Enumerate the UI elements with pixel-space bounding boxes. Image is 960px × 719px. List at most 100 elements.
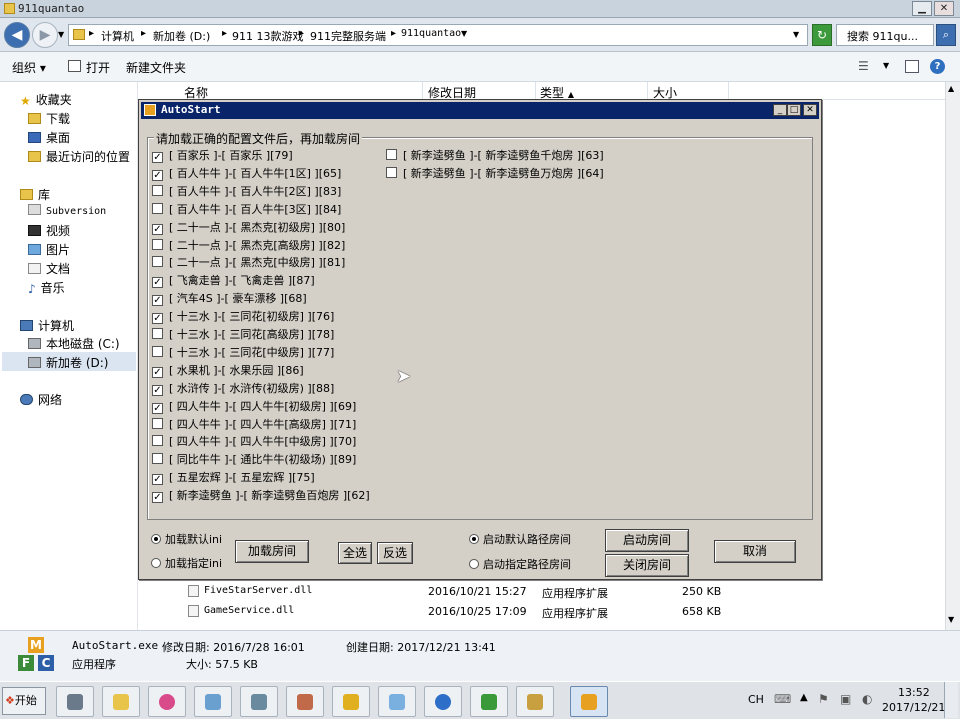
taskbar-snip[interactable]: [286, 686, 324, 717]
checkbox-unchecked-icon[interactable]: [152, 328, 163, 339]
taskbar-network[interactable]: [194, 686, 232, 717]
checkbox-checked-icon[interactable]: ✓: [152, 313, 163, 325]
dialog-maximize-button[interactable]: □: [787, 104, 801, 116]
preview-pane-icon[interactable]: [905, 60, 919, 73]
start-button[interactable]: ❖开始: [2, 687, 46, 715]
room-checkbox[interactable]: [ 新李逵劈鱼 ]-[ 新李逵劈鱼千炮房 ][63]: [386, 148, 604, 164]
checkbox-checked-icon[interactable]: ✓: [152, 223, 163, 235]
address-dropdown-icon[interactable]: ▼: [793, 30, 799, 39]
room-checkbox[interactable]: [ 百人牛牛 ]-[ 百人牛牛[3区] ][84]: [152, 202, 341, 218]
room-checkbox[interactable]: [ 四人牛牛 ]-[ 四人牛牛[中级房] ][70]: [152, 434, 356, 450]
radio-start-specified-path[interactable]: 启动指定路径房间: [469, 556, 571, 572]
room-checkbox[interactable]: [ 四人牛牛 ]-[ 四人牛牛[高级房] ][71]: [152, 417, 356, 433]
volume-icon[interactable]: ◐: [862, 692, 872, 706]
checkbox-checked-icon[interactable]: ✓: [152, 492, 163, 504]
explorer-titlebar[interactable]: 911quantao ▁ ✕: [0, 0, 960, 18]
close-room-button[interactable]: 关闭房间: [605, 554, 689, 577]
breadcrumb-drive[interactable]: 新加卷 (D:): [153, 28, 210, 44]
taskbar-ie[interactable]: [424, 686, 462, 717]
room-checkbox[interactable]: ✓ [ 水果机 ]-[ 水果乐园 ][86]: [152, 363, 304, 379]
breadcrumb-computer[interactable]: 计算机: [101, 28, 134, 44]
forward-button[interactable]: ▶: [32, 22, 58, 48]
keyboard-icon[interactable]: ⌨: [774, 692, 791, 706]
room-checkbox[interactable]: ✓ [ 水浒传 ]-[ 水浒传(初级房) ][88]: [152, 381, 334, 397]
room-checkbox[interactable]: ✓ [ 四人牛牛 ]-[ 四人牛牛[初级房] ][69]: [152, 399, 356, 415]
radio-load-specified-ini[interactable]: 加载指定ini: [151, 555, 222, 571]
room-checkbox[interactable]: ✓ [ 百家乐 ]-[ 百家乐 ][79]: [152, 148, 293, 164]
clock-time[interactable]: 13:52: [898, 686, 930, 699]
back-button[interactable]: ◀: [4, 22, 30, 48]
sidebar-computer[interactable]: 计算机: [20, 317, 74, 334]
sidebar-item-recent[interactable]: 最近访问的位置: [28, 148, 130, 165]
address-bar[interactable]: ▸ 计算机 ▸ 新加卷 (D:) ▸ 911 13款游戏 ▸ 911完整服务端 …: [68, 24, 808, 46]
sidebar-item-desktop[interactable]: 桌面: [28, 129, 70, 146]
dialog-titlebar[interactable]: AutoStart _ □ ✕: [141, 102, 819, 119]
taskbar-autostart[interactable]: [570, 686, 608, 717]
taskbar-keys[interactable]: [516, 686, 554, 717]
file-name[interactable]: FiveStarServer.dll: [204, 585, 312, 596]
dialog-close-button[interactable]: ✕: [803, 104, 817, 116]
checkbox-checked-icon[interactable]: ✓: [152, 402, 163, 414]
sidebar-network[interactable]: 网络: [20, 391, 62, 408]
vertical-scrollbar[interactable]: ▲ ▼: [945, 82, 960, 630]
dialog-minimize-button[interactable]: _: [773, 104, 787, 116]
checkbox-unchecked-icon[interactable]: [152, 202, 163, 214]
new-folder-button[interactable]: 新建文件夹: [126, 59, 186, 76]
file-name[interactable]: GameService.dll: [204, 605, 294, 616]
checkbox-unchecked-icon[interactable]: [152, 435, 163, 447]
search-input[interactable]: 搜索 911qu...: [836, 24, 934, 46]
sidebar-favorites[interactable]: ★ 收藏夹: [20, 91, 72, 108]
radio-load-default-ini[interactable]: 加载默认ini: [151, 531, 222, 547]
sidebar-item-drive-d[interactable]: 新加卷 (D:): [28, 354, 108, 371]
room-checkbox[interactable]: [ 十三水 ]-[ 三同花[中级房] ][77]: [152, 345, 334, 361]
scroll-up-icon[interactable]: ▲: [948, 84, 954, 93]
sidebar-item-subversion[interactable]: Subversion: [28, 204, 106, 217]
room-checkbox[interactable]: ✓ [ 五星宏辉 ]-[ 五星宏辉 ][75]: [152, 470, 315, 486]
minimize-button[interactable]: ▁: [912, 1, 932, 16]
checkbox-checked-icon[interactable]: ✓: [152, 384, 163, 396]
checkbox-checked-icon[interactable]: ✓: [152, 295, 163, 307]
checkbox-unchecked-icon[interactable]: [386, 166, 397, 178]
room-checkbox[interactable]: ✓ [ 二十一点 ]-[ 黑杰克[初级房] ][80]: [152, 220, 345, 236]
room-checkbox[interactable]: ✓ [ 十三水 ]-[ 三同花[初级房] ][76]: [152, 309, 334, 325]
checkbox-unchecked-icon[interactable]: [152, 345, 163, 357]
checkbox-checked-icon[interactable]: ✓: [152, 152, 163, 163]
sidebar-item-documents[interactable]: 文档: [28, 260, 70, 277]
checkbox-unchecked-icon[interactable]: [152, 417, 163, 429]
help-icon[interactable]: ?: [930, 59, 945, 74]
checkbox-checked-icon[interactable]: ✓: [152, 277, 163, 289]
view-options-icon[interactable]: ☰: [858, 59, 869, 73]
room-checkbox[interactable]: [ 二十一点 ]-[ 黑杰克[高级房] ][82]: [152, 238, 345, 254]
checkbox-checked-icon[interactable]: ✓: [152, 474, 163, 486]
taskbar-recycle[interactable]: [470, 686, 508, 717]
sidebar-item-videos[interactable]: 视频: [28, 222, 70, 239]
taskbar-tool[interactable]: [240, 686, 278, 717]
close-button[interactable]: ✕: [934, 1, 954, 16]
refresh-icon[interactable]: ↻: [812, 24, 832, 46]
show-hidden-icons[interactable]: ▲: [800, 692, 808, 703]
show-desktop-button[interactable]: [944, 682, 958, 718]
load-room-button[interactable]: 加载房间: [235, 540, 309, 563]
taskbar-server-manager[interactable]: [56, 686, 94, 717]
sidebar-item-drive-c[interactable]: 本地磁盘 (C:): [28, 335, 120, 352]
cancel-button[interactable]: 取消: [714, 540, 796, 563]
room-checkbox[interactable]: [ 同比牛牛 ]-[ 通比牛牛(初级场) ][89]: [152, 452, 356, 468]
scroll-down-icon[interactable]: ▼: [948, 615, 954, 624]
view-dropdown-icon[interactable]: ▼: [883, 61, 889, 70]
input-language[interactable]: CH: [748, 693, 764, 706]
breadcrumb-games[interactable]: 911 13款游戏: [232, 28, 304, 44]
checkbox-unchecked-icon[interactable]: [152, 453, 163, 465]
clock-date[interactable]: 2017/12/21: [882, 701, 945, 714]
sidebar-libraries[interactable]: 库: [20, 186, 50, 203]
breadcrumb-server[interactable]: 911完整服务端: [310, 28, 386, 44]
sidebar-item-music[interactable]: ♪ 音乐: [28, 279, 65, 296]
taskbar-presentation[interactable]: [332, 686, 370, 717]
invert-selection-button[interactable]: 反选: [377, 542, 413, 564]
history-dropdown-icon[interactable]: ▼: [58, 30, 64, 39]
sidebar-item-downloads[interactable]: 下载: [28, 110, 70, 127]
room-checkbox[interactable]: [ 二十一点 ]-[ 黑杰克[中级房] ][81]: [152, 255, 345, 271]
checkbox-checked-icon[interactable]: ✓: [152, 366, 163, 378]
start-room-button[interactable]: 启动房间: [605, 529, 689, 552]
taskbar-paint[interactable]: [148, 686, 186, 717]
open-button[interactable]: 打开: [86, 59, 110, 76]
